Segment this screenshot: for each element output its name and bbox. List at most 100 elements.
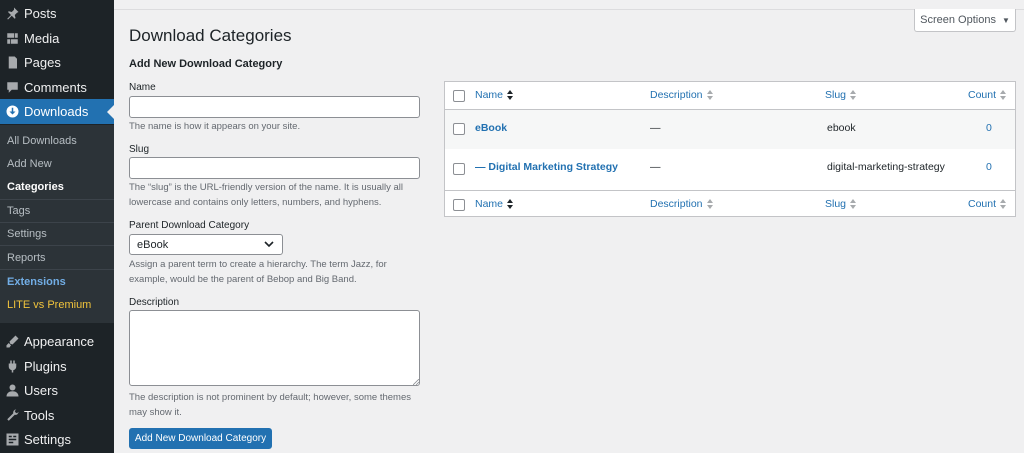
row-checkbox[interactable]: [453, 123, 465, 135]
column-label: Count: [968, 89, 997, 101]
column-slug-footer[interactable]: Slug: [825, 198, 857, 210]
column-description-footer[interactable]: Description: [650, 198, 713, 210]
column-count-footer[interactable]: Count: [968, 198, 1007, 210]
menu-item-comments[interactable]: Comments: [0, 75, 114, 99]
parent-select[interactable]: eBook: [129, 234, 283, 255]
menu-item-downloads[interactable]: Downloads: [0, 99, 114, 124]
column-name-header[interactable]: Name: [475, 89, 514, 101]
menu-item-pages[interactable]: Pages: [0, 50, 114, 74]
sort-icon: [1000, 89, 1007, 101]
column-label: Slug: [825, 198, 847, 210]
sort-icon: [706, 89, 713, 101]
menu-item-plugins[interactable]: Plugins: [0, 354, 114, 378]
menu-item-media[interactable]: Media: [0, 26, 114, 50]
admin-sidebar: Posts Media Pages Comments Downloads All…: [0, 0, 114, 453]
menu-item-label: Downloads: [24, 104, 89, 119]
menu-item-label: Tools: [24, 407, 55, 423]
menu-item-posts[interactable]: Posts: [0, 1, 114, 25]
media-icon: [0, 31, 24, 46]
sort-icon: [850, 89, 857, 101]
description-label: Description: [129, 297, 180, 308]
column-label: Name: [475, 89, 504, 101]
menu-item-label: Media: [24, 30, 60, 46]
menu-item-label: Settings: [24, 431, 71, 447]
brush-icon: [0, 334, 24, 349]
settings-icon: [0, 432, 24, 447]
submenu-divider: [0, 199, 114, 200]
menu-item-label: Plugins: [24, 358, 67, 374]
column-label: Count: [968, 198, 997, 210]
submenu-categories[interactable]: Categories: [7, 181, 64, 193]
menu-item-tools[interactable]: Tools: [0, 403, 114, 427]
column-label: Slug: [825, 89, 847, 101]
submenu-tags[interactable]: Tags: [7, 205, 30, 217]
term-slug: digital-marketing-strategy: [827, 161, 945, 173]
menu-item-label: Appearance: [24, 333, 95, 349]
row-checkbox[interactable]: [453, 163, 465, 175]
table-row: — Digital Marketing Strategy — digital-m…: [445, 149, 1015, 190]
name-label: Name: [129, 82, 156, 93]
add-category-button[interactable]: Add New Download Category: [129, 428, 272, 449]
column-slug-header[interactable]: Slug: [825, 89, 857, 101]
sort-icon: [507, 198, 514, 210]
users-icon: [0, 383, 24, 398]
term-count-link[interactable]: 0: [986, 122, 992, 134]
term-description: —: [650, 161, 661, 173]
menu-item-users[interactable]: Users: [0, 378, 114, 402]
menu-item-label: Pages: [24, 54, 61, 70]
menu-item-label: Users: [24, 382, 58, 398]
table-row: eBook — ebook 0: [445, 110, 1015, 149]
submenu-all-downloads[interactable]: All Downloads: [7, 135, 77, 147]
column-count-header[interactable]: Count: [968, 89, 1007, 101]
column-label: Description: [650, 89, 703, 101]
sort-icon: [850, 198, 857, 210]
description-help: The description is not prominent by defa…: [129, 392, 411, 418]
select-all-checkbox[interactable]: [453, 199, 465, 211]
header-strip: [114, 0, 1024, 10]
slug-label: Slug: [129, 144, 150, 155]
parent-label: Parent Download Category: [129, 220, 250, 231]
parent-select-value: eBook: [137, 238, 169, 251]
table-header: Name Description Slug Count: [445, 82, 1015, 109]
comments-icon: [0, 80, 24, 95]
screen-options-label: Screen Options: [920, 14, 996, 26]
submenu-reports[interactable]: Reports: [7, 252, 46, 264]
submenu-add-new[interactable]: Add New: [7, 158, 52, 170]
caret-down-icon: ▼: [1001, 15, 1010, 25]
select-all-checkbox[interactable]: [453, 90, 465, 102]
menu-item-settings[interactable]: Settings: [0, 427, 114, 451]
column-description-header[interactable]: Description: [650, 89, 713, 101]
screen-options-button[interactable]: Screen Options ▼: [914, 9, 1016, 32]
submenu-settings[interactable]: Settings: [7, 228, 47, 240]
pin-icon: [0, 6, 24, 21]
term-name-link[interactable]: — Digital Marketing Strategy: [475, 161, 618, 173]
download-icon: [0, 104, 24, 119]
plugin-icon: [0, 359, 24, 374]
sort-icon: [706, 198, 713, 210]
sort-icon: [1000, 198, 1007, 210]
name-help: The name is how it appears on your site.: [129, 121, 301, 132]
form-title: Add New Download Category: [129, 58, 283, 70]
name-input[interactable]: [129, 96, 420, 118]
column-label: Description: [650, 198, 703, 210]
sort-icon: [507, 89, 514, 101]
description-textarea[interactable]: [129, 310, 420, 386]
menu-item-appearance[interactable]: Appearance: [0, 329, 114, 353]
resize-grip-icon[interactable]: [413, 379, 419, 385]
submenu-lite-vs-premium[interactable]: LITE vs Premium: [7, 299, 91, 311]
pages-icon: [0, 55, 24, 70]
chevron-down-icon: [264, 241, 274, 248]
slug-input[interactable]: [129, 157, 420, 179]
menu-item-label: Comments: [24, 79, 87, 95]
term-slug: ebook: [827, 122, 856, 134]
menu-item-label: Posts: [24, 5, 57, 21]
submenu-divider: [0, 222, 114, 223]
term-count-link[interactable]: 0: [986, 161, 992, 173]
column-name-footer[interactable]: Name: [475, 198, 514, 210]
page-title: Download Categories: [129, 26, 292, 45]
parent-help: Assign a parent term to create a hierarc…: [129, 259, 387, 285]
term-name-link[interactable]: eBook: [475, 122, 507, 134]
wrench-icon: [0, 408, 24, 423]
submenu-extensions[interactable]: Extensions: [7, 276, 66, 288]
term-description: —: [650, 122, 661, 134]
